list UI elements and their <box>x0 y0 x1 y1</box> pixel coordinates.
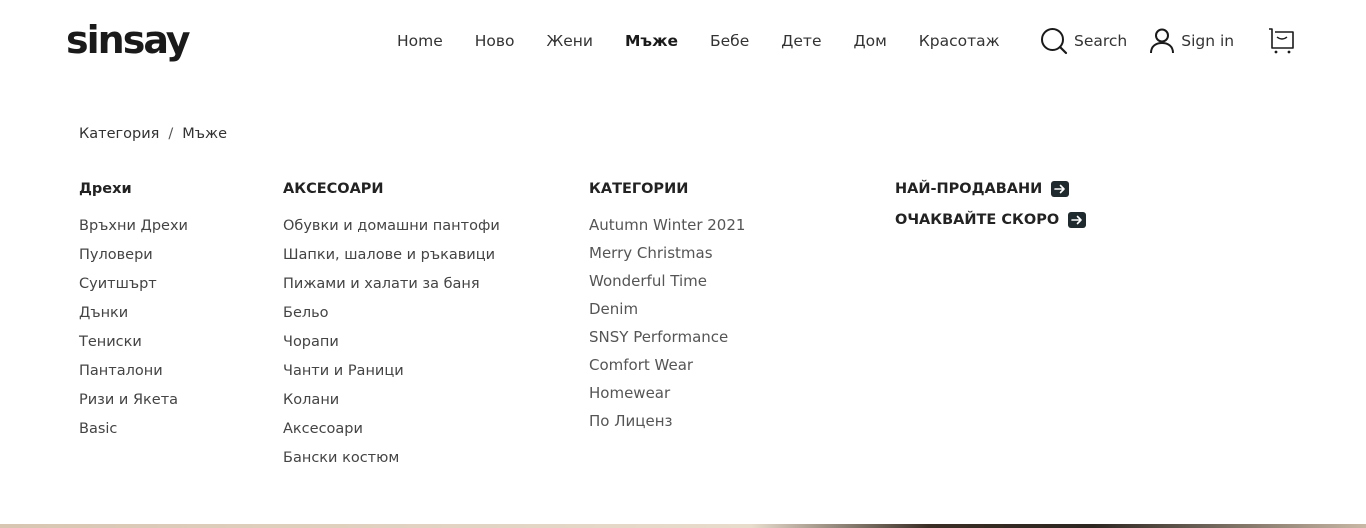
breadcrumb-separator: / <box>168 126 174 142</box>
menu-link[interactable]: Comfort Wear <box>589 355 745 375</box>
menu-column-promos: НАЙ-ПРОДАВАНИ ОЧАКВАЙТЕ СКОРО <box>895 179 1087 241</box>
menu-link[interactable]: Суитшърт <box>79 274 188 294</box>
search-button[interactable]: Search <box>1040 27 1127 55</box>
search-label: Search <box>1074 32 1128 50</box>
menu-column-clothes: Дрехи Връхни Дрехи Пуловери Суитшърт Дън… <box>79 179 188 448</box>
menu-link[interactable]: По Лиценз <box>589 411 745 431</box>
categories-list: Autumn Winter 2021 Merry Christmas Wonde… <box>589 215 745 431</box>
nav-item-beauty[interactable]: Красотаж <box>919 30 1000 52</box>
nav-item-women[interactable]: Жени <box>547 30 593 52</box>
main-nav: Home Ново Жени Мъже Бебе Дете Дом Красот… <box>397 30 1032 52</box>
menu-link[interactable]: Чанти и Раници <box>283 361 500 381</box>
site-header: sinsay Home Ново Жени Мъже Бебе Дете Дом… <box>0 0 1366 84</box>
menu-link[interactable]: Ризи и Якета <box>79 390 188 410</box>
nav-item-men[interactable]: Мъже <box>625 30 678 52</box>
accessories-list: Обувки и домашни пантофи Шапки, шалове и… <box>283 216 500 468</box>
sign-in-button[interactable]: Sign in <box>1149 27 1234 55</box>
menu-link[interactable]: Аксесоари <box>283 419 500 439</box>
nav-item-home[interactable]: Home <box>397 30 443 52</box>
menu-link[interactable]: Обувки и домашни пантофи <box>283 216 500 236</box>
promo-label: ОЧАКВАЙТЕ СКОРО <box>895 212 1060 228</box>
menu-link[interactable]: Бельо <box>283 303 500 323</box>
breadcrumb-root[interactable]: Категория <box>79 126 159 142</box>
sinsay-logo[interactable]: sinsay <box>66 18 191 62</box>
menu-link[interactable]: Бански костюм <box>283 448 500 468</box>
menu-link[interactable]: Denim <box>589 299 745 319</box>
promo-link-bestsellers[interactable]: НАЙ-ПРОДАВАНИ <box>895 179 1086 199</box>
promo-link-coming-soon[interactable]: ОЧАКВАЙТЕ СКОРО <box>895 210 1087 230</box>
menu-link[interactable]: Пуловери <box>79 245 188 265</box>
menu-link[interactable]: Merry Christmas <box>589 243 745 263</box>
menu-link[interactable]: Тениски <box>79 332 188 352</box>
menu-link[interactable]: Autumn Winter 2021 <box>589 215 745 235</box>
promo-label: НАЙ-ПРОДАВАНИ <box>895 181 1043 197</box>
cart-button[interactable] <box>1266 26 1296 56</box>
nav-item-baby[interactable]: Бебе <box>710 30 749 52</box>
column-title-accessories[interactable]: АКСЕСОАРИ <box>283 179 500 199</box>
breadcrumb-current: Мъже <box>182 126 228 142</box>
menu-link[interactable]: Шапки, шалове и ръкавици <box>283 245 500 265</box>
menu-link[interactable]: Панталони <box>79 361 188 381</box>
breadcrumb: Категория / Мъже <box>79 126 227 142</box>
menu-link[interactable]: Колани <box>283 390 500 410</box>
menu-link[interactable]: Wonderful Time <box>589 271 745 291</box>
sign-in-label: Sign in <box>1181 32 1235 50</box>
nav-item-kids[interactable]: Дете <box>781 30 821 52</box>
menu-link[interactable]: Чорапи <box>283 332 500 352</box>
menu-link[interactable]: Пижами и халати за баня <box>283 274 500 294</box>
clothes-list: Връхни Дрехи Пуловери Суитшърт Дънки Тен… <box>79 216 188 439</box>
menu-column-accessories: АКСЕСОАРИ Обувки и домашни пантофи Шапки… <box>283 179 500 477</box>
menu-link[interactable]: Basic <box>79 419 188 439</box>
menu-link[interactable]: Homewear <box>589 383 745 403</box>
hero-image-edge <box>0 524 1366 528</box>
header-tools: Search Sign in <box>1040 26 1296 56</box>
nav-item-home-decor[interactable]: Дом <box>854 30 887 52</box>
arrow-right-icon <box>1051 181 1070 197</box>
user-icon <box>1149 27 1181 55</box>
arrow-right-icon <box>1068 212 1087 228</box>
column-title-categories[interactable]: КАТЕГОРИИ <box>589 179 745 199</box>
nav-item-new[interactable]: Ново <box>475 30 515 52</box>
cart-icon <box>1266 26 1296 56</box>
menu-link[interactable]: Връхни Дрехи <box>79 216 188 236</box>
search-icon <box>1040 27 1074 55</box>
menu-link[interactable]: SNSY Performance <box>589 327 745 347</box>
column-title-clothes[interactable]: Дрехи <box>79 179 188 199</box>
menu-column-categories: КАТЕГОРИИ Autumn Winter 2021 Merry Chris… <box>589 179 745 439</box>
menu-link[interactable]: Дънки <box>79 303 188 323</box>
